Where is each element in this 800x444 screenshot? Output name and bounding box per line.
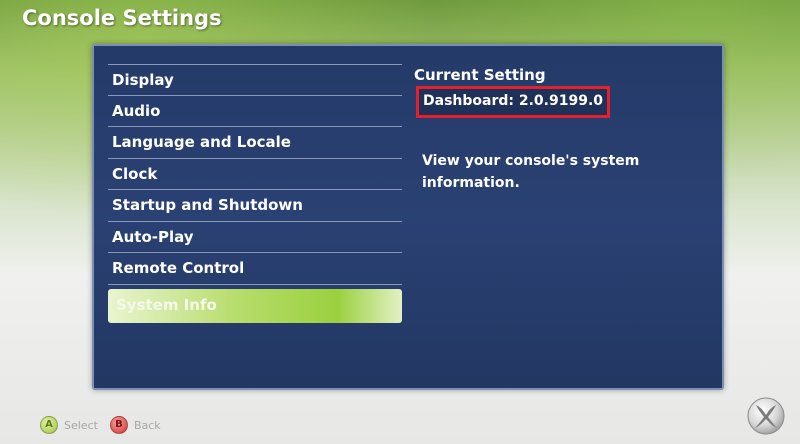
xbox-logo-icon	[747, 397, 785, 435]
back-hint[interactable]: B Back	[109, 416, 161, 434]
menu-item-label: Auto-Play	[112, 227, 194, 246]
controller-hints: A Select B Back	[40, 416, 161, 434]
menu-item-label: Clock	[112, 164, 158, 183]
menu-item-language-and-locale[interactable]: Language and Locale	[108, 127, 402, 159]
menu-item-label: Startup and Shutdown	[112, 196, 303, 214]
menu-item-startup-and-shutdown[interactable]: Startup and Shutdown	[108, 190, 402, 222]
menu-item-label: System Info	[116, 295, 217, 314]
settings-panel: Display Audio Language and Locale Clock …	[92, 44, 724, 390]
page-title: Console Settings	[22, 6, 222, 30]
b-button-icon: B	[109, 416, 128, 434]
select-hint[interactable]: A Select	[40, 416, 98, 434]
menu-item-remote-control[interactable]: Remote Control	[108, 253, 402, 285]
menu-item-display[interactable]: Display	[108, 64, 402, 96]
back-label: Back	[133, 418, 161, 432]
menu-item-auto-play[interactable]: Auto-Play	[108, 222, 402, 253]
menu-item-audio[interactable]: Audio	[108, 96, 402, 127]
select-label: Select	[64, 418, 98, 432]
menu-item-clock[interactable]: Clock	[108, 159, 402, 190]
menu-item-system-info[interactable]: System Info	[108, 288, 402, 323]
menu-item-label: Remote Control	[112, 259, 245, 277]
menu-item-label: Language and Locale	[112, 133, 291, 151]
menu-item-label: Audio	[112, 101, 161, 120]
current-setting-value: Dashboard: 2.0.9199.0	[416, 86, 610, 118]
setting-description: View your console's system information.	[422, 153, 640, 191]
current-setting-heading: Current Setting	[414, 66, 546, 84]
menu-item-label: Display	[112, 71, 174, 89]
a-button-icon: A	[40, 416, 58, 434]
settings-menu: Display Audio Language and Locale Clock …	[108, 64, 402, 323]
